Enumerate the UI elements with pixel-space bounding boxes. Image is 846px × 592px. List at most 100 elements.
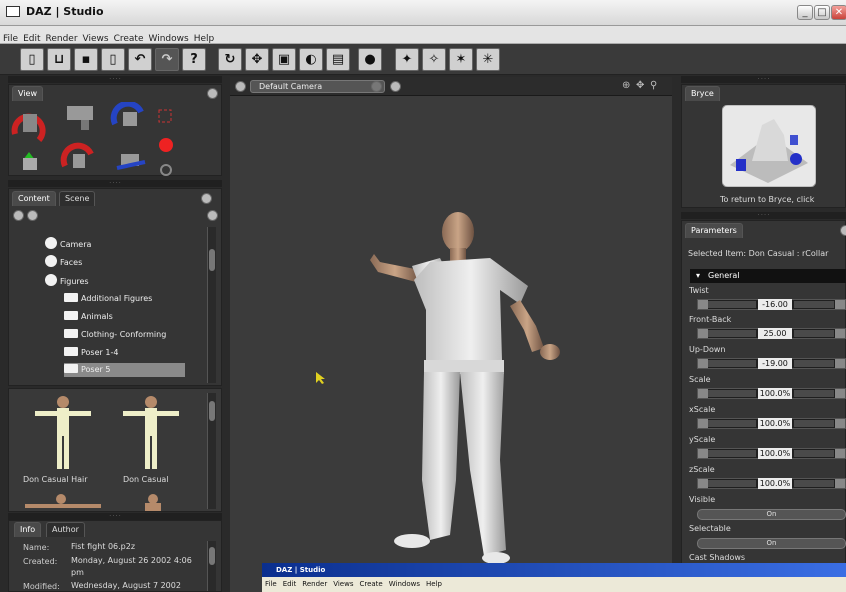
panel-menu-icon[interactable] [207,88,218,99]
folder-icon [64,311,78,320]
tree-item-poser-5[interactable]: Poser 5 [64,363,185,377]
point-light-icon[interactable]: ✶ [449,48,473,71]
menu-help[interactable]: Help [423,580,445,588]
don-casual-hair-thumbnail[interactable] [29,393,97,473]
tree-item-animals[interactable]: Animals [64,310,113,324]
panel-handle[interactable]: · · · · [681,212,846,219]
viewport-menu-icon[interactable] [235,81,246,92]
minimize-button[interactable]: _ [797,5,813,20]
menu-render[interactable]: Render [43,31,80,44]
xscale-slider[interactable]: 100.0% [697,418,846,429]
reset-icon[interactable] [160,164,172,176]
zscale-slider[interactable]: 100.0% [697,478,846,489]
maximize-button[interactable]: □ [814,5,830,20]
menu-create[interactable]: Create [111,31,146,44]
menu-edit[interactable]: Edit [280,580,300,588]
close-button[interactable]: ✕ [831,5,846,20]
up-down-slider[interactable]: -19.00 [697,358,846,369]
camera-orbit-icon[interactable] [11,113,46,143]
panel-handle[interactable]: · · · · [8,76,222,83]
menu-create[interactable]: Create [356,580,385,588]
tree-item-clothing-conforming[interactable]: Clothing- Conforming [64,328,166,342]
chevron-down-icon[interactable] [371,81,382,92]
yscale-slider[interactable]: 100.0% [697,448,846,459]
help-icon[interactable]: ? [182,48,206,71]
tree-item-faces[interactable]: Faces [45,255,82,269]
open-file-icon[interactable]: ⊔ [47,48,71,71]
tab-scene[interactable]: Scene [59,191,96,206]
sphere-icon[interactable]: ● [358,48,382,71]
menu-windows[interactable]: Windows [146,31,191,44]
don-casual-thumbnail[interactable] [117,393,185,473]
pan-viewport-icon[interactable]: ✥ [636,80,644,91]
group-header[interactable]: ▾ General [690,269,846,283]
undo-icon[interactable]: ↶ [128,48,152,71]
render-icon[interactable]: ◐ [299,48,323,71]
panel-handle[interactable]: · · · · [8,513,222,520]
tab-info[interactable]: Info [14,522,42,537]
tab-bryce[interactable]: Bryce [685,86,720,101]
selectable-toggle[interactable]: On [697,538,846,549]
frame-icon[interactable] [158,109,172,123]
tree-item-additional-figures[interactable]: Additional Figures [64,292,152,306]
tree-scrollbar[interactable] [207,227,216,383]
chevron-down-icon: ▾ [696,271,701,280]
param-label: Twist [689,286,709,295]
view-mode-icon[interactable] [207,210,218,221]
menu-edit[interactable]: Edit [20,31,42,44]
panel-handle[interactable]: · · · · [681,76,846,83]
camera-select[interactable]: Default Camera [250,80,385,93]
back-icon[interactable] [13,210,24,221]
zoom-icon[interactable] [116,154,146,170]
menu-help[interactable]: Help [191,31,217,44]
param-label: Visible [689,495,716,504]
scale-tool-icon[interactable]: ▣ [272,48,296,71]
camera-rotate-icon[interactable] [110,102,144,126]
menu-render[interactable]: Render [299,580,330,588]
menu-file[interactable]: File [262,580,280,588]
orbit-icon[interactable]: ⊕ [622,80,630,91]
rotate-tool-icon[interactable]: ↻ [218,48,242,71]
front-back-slider[interactable]: 25.00 [697,328,846,339]
render-settings-icon[interactable]: ▤ [326,48,350,71]
save-as-icon[interactable]: ▯ [101,48,125,71]
thumbnail-scrollbar[interactable] [207,393,216,509]
menu-file[interactable]: File [0,31,20,44]
second-window[interactable]: DAZ | Studio File Edit Render Views Create Wi… [262,563,846,592]
tree-item-camera[interactable]: Camera [45,237,91,251]
twist-slider[interactable]: -16.00 [697,299,846,310]
scale-slider[interactable]: 100.0% [697,388,846,399]
translate-tool-icon[interactable]: ✥ [245,48,269,71]
tab-view[interactable]: View [12,86,43,101]
panel-menu-icon[interactable] [840,225,846,236]
panel-handle[interactable]: · · · · [8,180,222,187]
forward-icon[interactable] [27,210,38,221]
bryce-thumbnail[interactable] [722,105,816,187]
panel-menu-icon[interactable] [201,193,212,204]
selected-item-label: Selected Item: Don Casual : rCollar [688,249,829,258]
zoom-viewport-icon[interactable]: ⚲ [650,80,657,91]
figure-model[interactable] [360,200,590,570]
new-file-icon[interactable]: ▯ [20,48,44,71]
pan-icon[interactable] [23,152,37,170]
redo-icon[interactable]: ↷ [155,48,179,71]
camera-dolly-icon[interactable] [67,106,93,130]
record-icon[interactable] [159,138,173,152]
distant-light-icon[interactable]: ✳ [476,48,500,71]
add-light-icon[interactable]: ✦ [395,48,419,71]
roll-icon[interactable] [60,142,94,168]
visible-toggle[interactable]: On [697,509,846,520]
save-icon[interactable]: ▪ [74,48,98,71]
tab-parameters[interactable]: Parameters [685,223,743,238]
tree-item-figures[interactable]: Figures [45,274,89,288]
menu-views[interactable]: Views [330,580,356,588]
menu-windows[interactable]: Windows [386,580,423,588]
menu-views[interactable]: Views [80,31,111,44]
tab-content[interactable]: Content [12,191,56,206]
tab-author[interactable]: Author [46,522,85,537]
info-scrollbar[interactable] [207,541,216,591]
play-icon[interactable] [390,81,401,92]
spot-light-icon[interactable]: ✧ [422,48,446,71]
tree-item-poser-1-4[interactable]: Poser 1-4 [64,346,118,360]
second-window-menu: File Edit Render Views Create Windows Help [262,577,846,592]
